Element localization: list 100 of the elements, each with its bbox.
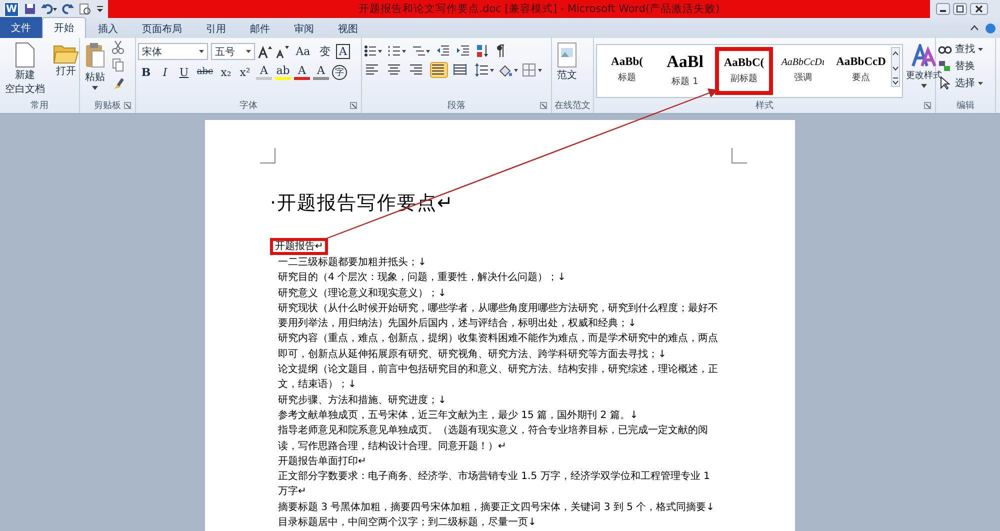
format-button[interactable]: I [157,64,173,80]
scissors-icon[interactable] [112,40,124,54]
save-icon[interactable] [24,3,36,15]
paste-button[interactable]: 粘贴 [82,40,108,92]
dialog-launcher-icon[interactable] [924,102,931,109]
brush-icon[interactable] [112,76,124,90]
caret-icon [199,50,204,53]
editing-button[interactable]: 查找 [938,42,983,56]
format-button[interactable]: B [138,64,154,80]
document-paragraph: 正文部分字数要求：电子商务、经济学、市场营销专业 1.5 万字，经济学双学位和工程管理专业 1 万字↵ [278,470,711,500]
document-paragraph: 摘要标题 3 号黑体加粗，摘要四号宋体加粗，摘要正文四号宋体，关键词 3 到 5 个，格式同摘要↓ [278,500,716,515]
dialog-launcher-icon[interactable] [350,102,357,109]
phonetic-guide-button[interactable]: 变 [317,44,333,60]
copy-icon[interactable] [112,58,124,72]
ribbon-tab[interactable]: 邮件 [238,19,282,38]
caret-icon [92,86,98,90]
paragraph-mark-icon[interactable] [496,44,506,58]
style-item[interactable]: AaBbCcD 要点 [833,47,889,93]
sample-essay-button[interactable]: 范文 [554,40,580,84]
undo-icon[interactable] [41,3,57,15]
dialog-launcher-icon[interactable] [540,102,547,109]
format-button[interactable]: U [176,64,192,80]
sort-icon[interactable] [476,44,490,58]
group-label: 样式 [596,99,933,113]
caret-icon [978,82,983,84]
document-paragraph: 目录标题居中，中间空两个汉字；到二级标题，尽量一页↓ [278,516,538,530]
gallery-scroll-icon[interactable] [891,47,900,87]
dialog-launcher-icon[interactable] [124,102,131,109]
numbered-list-icon[interactable] [388,44,406,58]
ribbon-tab[interactable]: 页面布局 [130,19,194,38]
document-paragraph: 研究步骤、方法和措施、研究进度；↓ [278,394,448,408]
document-paragraph: 开题报告单面打印↵ [278,454,368,469]
style-item[interactable]: AaBl 标题 1 [657,47,713,93]
close-icon[interactable] [970,3,988,15]
ribbon-tab[interactable]: 审阅 [282,19,326,38]
format-button[interactable]: x² [237,64,253,80]
shading-icon[interactable] [498,63,518,77]
button-label: 打开 [56,66,76,78]
caret-icon [246,50,251,53]
clipboard-icon [85,42,105,70]
document-paragraph: 研究意义（理论意义和现实意义）；↓ [278,286,448,301]
font-size-field[interactable]: 五号 [211,43,255,60]
window-title: 开题报告和论文写作要点.doc [兼容模式] - Microsoft Word(产品激活失败) [108,0,930,18]
open-button[interactable]: 打开 [50,40,82,80]
caret-icon [978,48,983,50]
ribbon-tab[interactable]: 开始 [42,17,86,38]
ribbon-tab[interactable]: 视图 [326,19,370,38]
line-spacing-icon[interactable] [474,63,494,77]
color-format-button[interactable]: A [256,64,272,80]
color-format-button[interactable]: ab [275,64,291,80]
document-paragraph: 论文提纲（论文题目，前言中包括研究目的和意义、研究方法、结构安排，研究综述，理论概述，正文，结束语）；↓ [278,362,719,392]
multilevel-list-icon[interactable] [412,44,430,58]
editing-button[interactable]: 选择 [938,76,983,90]
new-document-button[interactable]: 新建 空白文档 [2,40,48,98]
ribbon-tab[interactable]: 文件 [0,17,42,38]
format-button[interactable]: abc [195,64,215,80]
style-item[interactable]: AaBbC( 副标题 [715,47,773,95]
document-picture-icon [557,42,577,68]
group-label: 在线范文 [554,100,591,113]
change-case-button[interactable]: Aa [292,44,314,60]
group-label: 字体 [138,99,359,113]
document-paragraph: 一二三级标题都要加粗并抵头；↓ [278,256,428,270]
bullet-list-icon[interactable] [364,44,382,58]
format-button[interactable]: x₂ [218,64,234,80]
document-paragraph: 研究内容（重点，难点，创新点，提纲）收集资料困难不能作为难点，而是学术研究中的难点，两点即可，创新点从延伸拓展原有研究、研究视角、研究方法、跨学科研究等方面去寻找；↓ [278,332,719,362]
group-label: 段落 [364,99,549,113]
group-label: 常用 [30,100,50,113]
grow-font-icon[interactable] [258,44,272,58]
style-item[interactable]: AaBb( 标题 [599,47,655,93]
color-format-button[interactable]: A [294,64,310,80]
restore-icon[interactable] [953,3,967,15]
app-icon[interactable]: W [4,2,19,16]
document-paragraph: 指导老师意见和院系意见单独成页。（选题有现实意义，符合专业培养目标，已完成一定文献的阅读，写作思路合理，结构设计合理。同意开题！）↵ [278,424,709,454]
enclosed-character-button[interactable]: 字 [332,64,347,80]
ribbon-tab[interactable]: 插入 [86,19,130,38]
button-label: 空白文档 [5,84,45,96]
document-paragraph: 研究目的（4 个层次：现象，问题，重要性，解决什么问题）；↓ [278,270,567,286]
borders-icon[interactable] [522,63,542,77]
character-border-button[interactable]: A [336,44,350,59]
redo-icon[interactable] [62,3,74,15]
shrink-font-icon[interactable] [275,44,289,58]
minimize-icon[interactable] [936,3,950,15]
justify-icon[interactable] [430,62,448,78]
decrease-indent-icon[interactable] [436,44,450,58]
crop-mark-icon [731,148,747,164]
document-paragraph: 研究现状（从什么时候开始研究，哪些学者，从哪些角度用哪些方法研究，研究到什么程度；最好不要用列举法，用归纳法）先国外后国内，述与评结合，标明出处，权威和经典；↓ [278,302,719,332]
help-icon[interactable] [985,22,996,34]
collapse-icon[interactable] [970,24,979,32]
color-format-button[interactable]: A [313,64,329,80]
font-name-field[interactable]: 宋体 [138,43,208,60]
styles-letters-icon [911,44,937,68]
increase-indent-icon[interactable] [456,44,470,58]
caret-icon [921,84,927,88]
group-label: 剪贴板 [82,99,133,113]
dropdown-icon[interactable] [96,3,104,15]
button-label: 新建 [15,70,35,82]
ribbon-tab[interactable]: 引用 [194,19,238,38]
style-item[interactable]: AaBbCcDı 强调 [775,47,831,93]
blank-page-icon [15,42,35,68]
print-preview-icon[interactable] [79,3,91,15]
